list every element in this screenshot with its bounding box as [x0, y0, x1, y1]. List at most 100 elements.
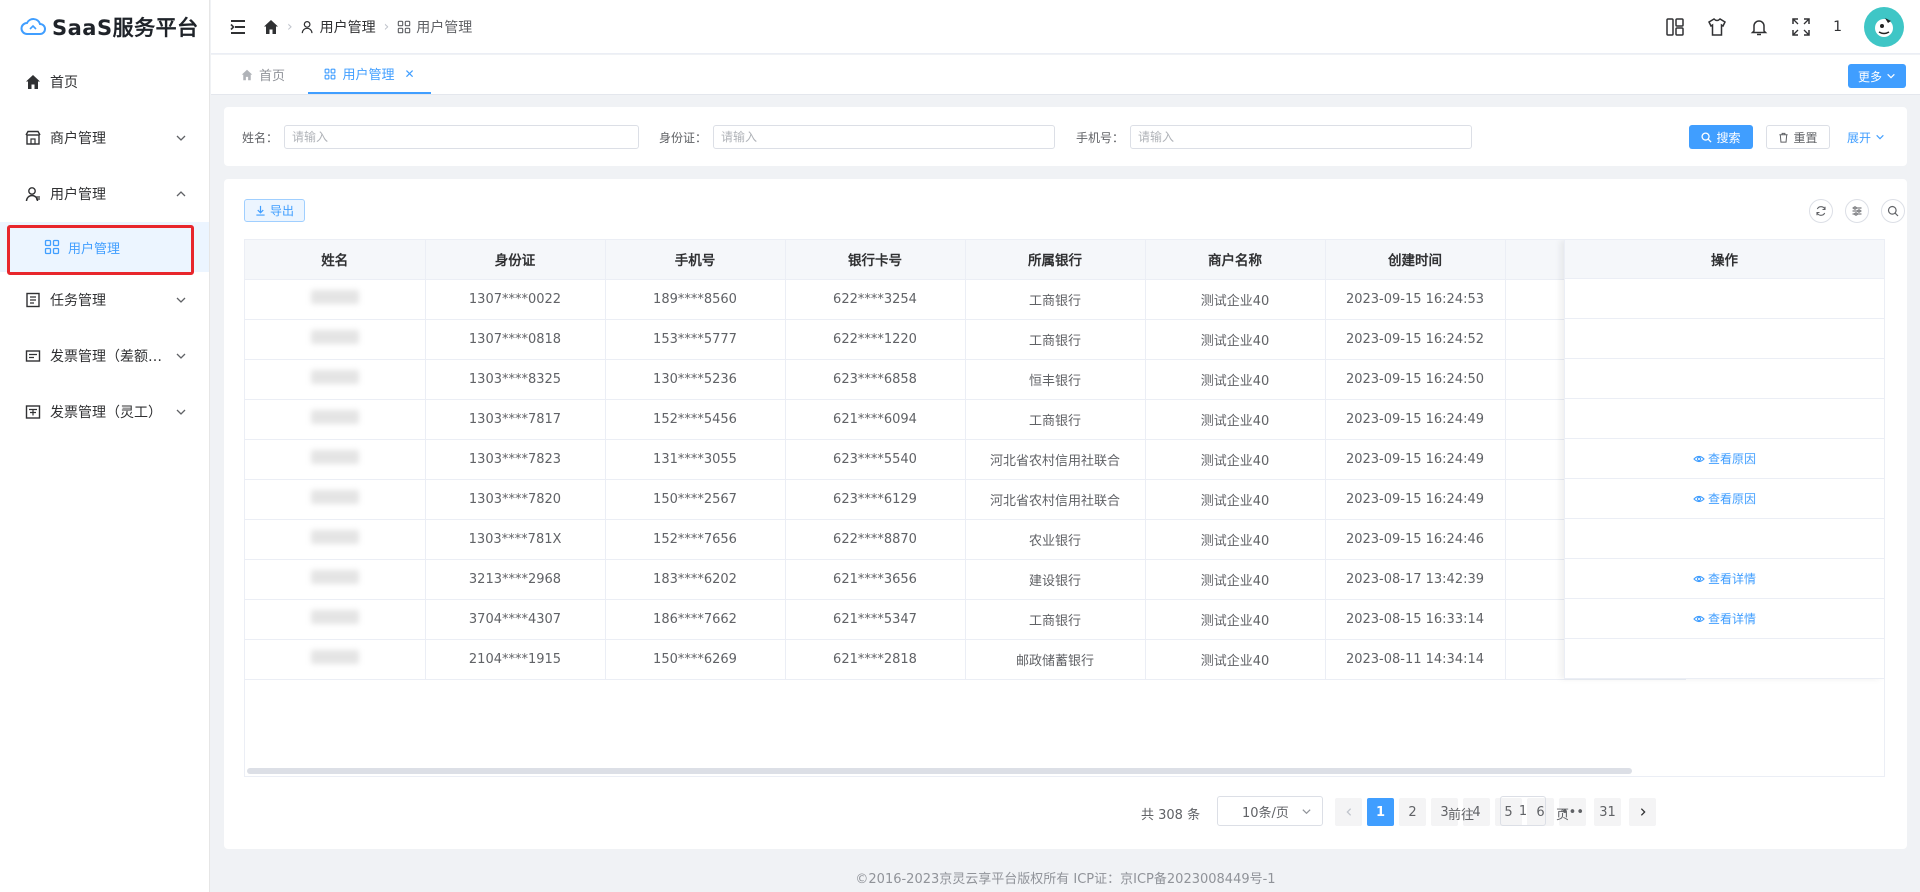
cell-merchant: 测试企业40	[1145, 359, 1326, 400]
action-cell: 查看原因	[1565, 479, 1884, 519]
home-icon	[241, 69, 253, 80]
goto-label: 前往	[1448, 808, 1475, 823]
export-button[interactable]: 导出	[244, 199, 306, 222]
cell-merchant: 测试企业40	[1145, 519, 1326, 560]
sidebar-item-home[interactable]: 首页	[0, 54, 209, 110]
table-row[interactable]: 1303****7820 150****2567 623****6129 河北省农村信…	[245, 479, 1686, 520]
id-card-label: 身份证：	[659, 130, 708, 145]
sidebar-item-invoice-diff[interactable]: 发票管理（差额…	[0, 328, 209, 384]
search-icon	[1887, 205, 1899, 217]
table-row[interactable]: 1307****0022 189****8560 622****3254 工商银行 测试…	[245, 279, 1686, 320]
search-button[interactable]: 搜索	[1689, 125, 1753, 149]
invoice-icon	[24, 403, 42, 421]
sidebar-item-user-management[interactable]: 用户管理	[0, 166, 209, 222]
cell-name	[245, 639, 426, 680]
cell-phone: 150****2567	[605, 479, 786, 520]
id-card-input[interactable]	[713, 125, 1056, 149]
name-input[interactable]	[284, 125, 640, 149]
redacted-name	[310, 370, 359, 384]
toggle-search-button[interactable]	[1881, 199, 1905, 223]
table-row[interactable]: 1307****0818 153****5777 622****1220 工商银行 测试…	[245, 319, 1686, 360]
cell-bank: 工商银行	[965, 319, 1146, 360]
search-icon	[1701, 131, 1713, 143]
horizontal-scrollbar[interactable]	[247, 768, 1632, 774]
fullscreen-icon[interactable]	[1791, 17, 1811, 37]
pagination-total: 共 308 条	[1141, 808, 1201, 823]
action-link[interactable]: 查看详情	[1708, 570, 1756, 587]
more-button[interactable]: 更多	[1847, 64, 1906, 88]
column-header-merchant[interactable]: 商户名称	[1145, 240, 1326, 280]
cell-merchant: 测试企业40	[1145, 279, 1326, 320]
action-link[interactable]: 查看原因	[1708, 450, 1756, 467]
table-row[interactable]: 1303****781X 152****7656 622****8870 农业银行 测试…	[245, 519, 1686, 560]
redacted-name	[310, 570, 359, 584]
trash-icon	[1779, 132, 1789, 143]
column-header-name[interactable]: 姓名	[245, 240, 426, 280]
breadcrumb-separator: ›	[287, 18, 293, 35]
column-settings-button[interactable]	[1845, 199, 1869, 223]
goto-page-input[interactable]: 1	[1500, 796, 1546, 826]
redacted-name	[310, 650, 359, 664]
cell-id-card: 1303****7817	[425, 399, 606, 440]
table-tools	[1809, 199, 1907, 223]
cloud-logo-icon	[20, 18, 46, 35]
cell-phone: 189****8560	[605, 279, 786, 320]
reset-button[interactable]: 重置	[1766, 125, 1830, 149]
column-header-phone[interactable]: 手机号	[605, 240, 786, 280]
page-size-select[interactable]: 10条/页	[1217, 796, 1323, 826]
page-button[interactable]: 2	[1399, 798, 1426, 826]
tab-home[interactable]: 首页	[241, 55, 311, 94]
sidebar-item-task[interactable]: 任务管理	[0, 272, 209, 328]
table-row[interactable]: 1303****8325 130****5236 623****6858 恒丰银行 测试…	[245, 359, 1686, 400]
close-icon[interactable]: ✕	[404, 67, 414, 81]
breadcrumb-item[interactable]: 用户管理	[301, 17, 376, 37]
column-header-created[interactable]: 创建时间	[1325, 240, 1506, 280]
table-row[interactable]: 3213****2968 183****6202 621****3656 建设银行 测试…	[245, 559, 1686, 600]
sidebar-item-merchant[interactable]: 商户管理	[0, 110, 209, 166]
theme-shirt-icon[interactable]	[1707, 17, 1727, 37]
cell-name	[245, 519, 426, 560]
chevron-down-icon	[1876, 134, 1884, 140]
column-header-bank[interactable]: 所属银行	[965, 240, 1146, 280]
refresh-button[interactable]	[1809, 199, 1833, 223]
expand-button[interactable]: 展开	[1842, 125, 1890, 149]
column-header-id-card[interactable]: 身份证	[425, 240, 606, 280]
cell-id-card: 3704****4307	[425, 599, 606, 640]
menu-fold-icon[interactable]	[229, 18, 247, 36]
next-page-button[interactable]	[1629, 798, 1656, 826]
cell-bank: 恒丰银行	[965, 359, 1146, 400]
search-button-label: 搜索	[1716, 130, 1741, 145]
tab-user-management[interactable]: 用户管理 ✕	[308, 55, 431, 94]
avatar[interactable]	[1864, 6, 1904, 47]
cell-merchant: 测试企业40	[1145, 639, 1326, 680]
sidebar-subitem-user-management[interactable]: 用户管理	[0, 222, 209, 272]
phone-field: 手机号：	[1076, 125, 1473, 149]
grid-icon	[397, 20, 411, 33]
table-row[interactable]: 2104****1915 150****6269 621****2818 邮政储蓄银行…	[245, 639, 1686, 680]
name-field: 姓名：	[242, 125, 640, 149]
app-title: SaaS服务平台	[52, 16, 199, 40]
action-link[interactable]: 查看原因	[1708, 490, 1756, 507]
prev-page-button[interactable]	[1335, 798, 1362, 826]
bell-icon[interactable]	[1749, 17, 1769, 37]
user-name[interactable]: 1	[1833, 19, 1842, 35]
page-button[interactable]: 31	[1594, 798, 1621, 826]
grid-icon	[325, 68, 336, 79]
table-row[interactable]: 1303****7817 152****5456 621****6094 工商银行 测试…	[245, 399, 1686, 440]
cell-phone: 186****7662	[605, 599, 786, 640]
user-icon	[301, 20, 313, 33]
breadcrumb: › 用户管理 › 用户管理	[263, 17, 472, 37]
sidebar: SaaS服务平台 首页 商户管理 用户管理 用户管理 任务管理 发票管理（差额……	[0, 0, 210, 892]
page-button[interactable]: 1	[1367, 798, 1394, 826]
action-link[interactable]: 查看详情	[1708, 610, 1756, 627]
phone-input[interactable]	[1130, 125, 1473, 149]
column-header-actions: 操作	[1565, 240, 1884, 279]
table-row[interactable]: 1303****7823 131****3055 623****5540 河北省农村信…	[245, 439, 1686, 480]
home-icon[interactable]	[263, 19, 279, 35]
layout-icon[interactable]	[1665, 17, 1685, 37]
chevron-left-icon	[1345, 808, 1351, 816]
logo[interactable]: SaaS服务平台	[0, 0, 209, 54]
table-row[interactable]: 3704****4307 186****7662 621****5347 工商银行 测试…	[245, 599, 1686, 640]
sidebar-item-invoice-flex[interactable]: 发票管理（灵工）	[0, 384, 209, 440]
column-header-bank-card[interactable]: 银行卡号	[785, 240, 966, 280]
